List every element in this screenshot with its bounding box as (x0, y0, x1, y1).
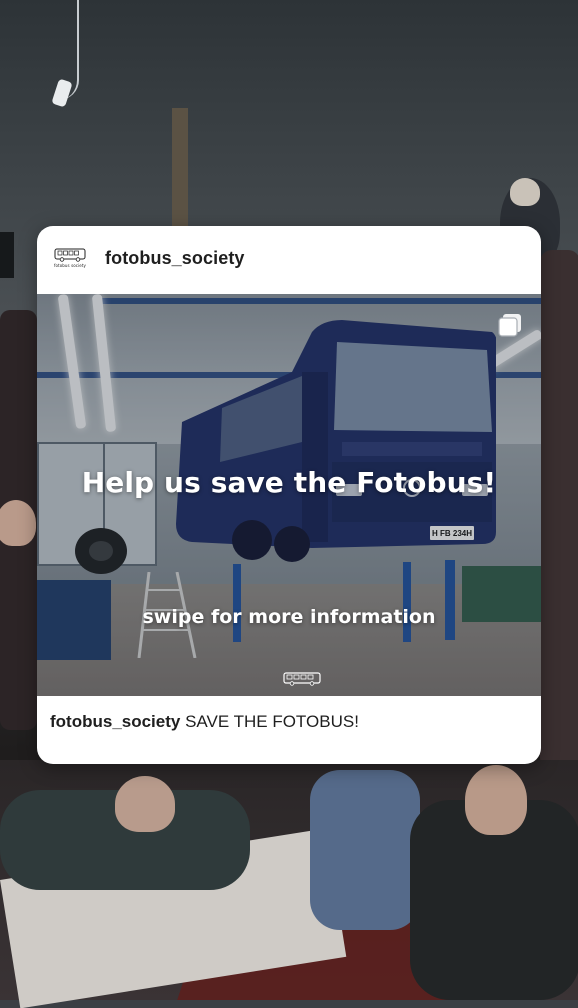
caption-text: SAVE THE FOTOBUS! (185, 712, 359, 731)
promo-headline: Help us save the Fotobus! (81, 466, 497, 499)
background-person (310, 770, 420, 930)
background-person (0, 500, 36, 546)
swipe-hint: swipe for more information (142, 606, 436, 628)
post-caption: fotobus_society SAVE THE FOTOBUS! (50, 712, 530, 732)
bus-logo-icon[interactable]: fotobus society (53, 248, 87, 272)
post-header: fotobus society fotobus_society (37, 226, 541, 294)
avatar-text: fotobus society (53, 263, 87, 268)
post-card[interactable]: fotobus society fotobus_society H FB 234… (37, 226, 541, 764)
background-person (465, 765, 527, 835)
post-image[interactable]: H FB 234H Help us save the Fotobus! swip… (37, 294, 541, 696)
background-screen (0, 232, 14, 278)
post-username[interactable]: fotobus_society (105, 248, 245, 269)
carousel-icon (498, 314, 521, 337)
background-person (510, 178, 540, 206)
background-person (540, 250, 578, 770)
mini-bus-icon (283, 672, 321, 686)
caption-username[interactable]: fotobus_society (50, 712, 180, 731)
background-person (115, 776, 175, 832)
background-post (172, 108, 188, 228)
